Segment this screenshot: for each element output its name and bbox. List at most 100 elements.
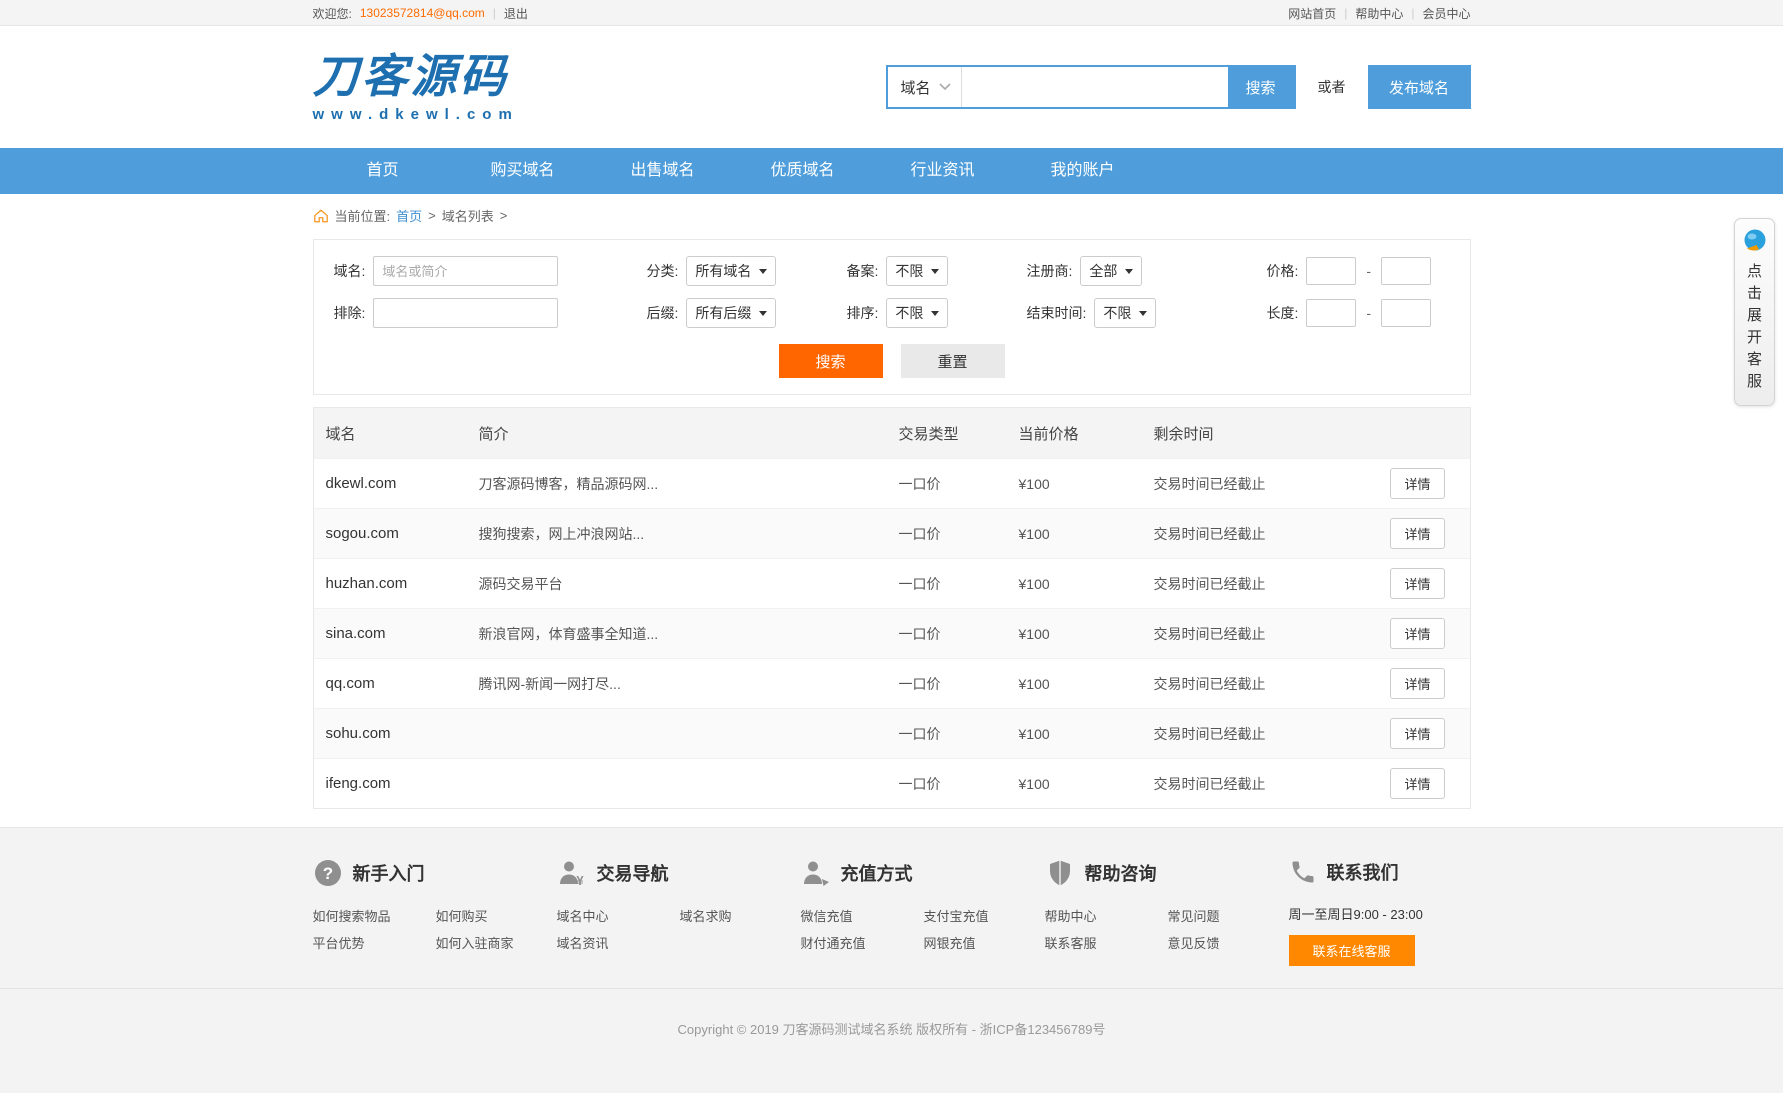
recharge-person-icon	[801, 858, 831, 888]
main-nav: 首页 购买域名 出售域名 优质域名 行业资讯 我的账户	[0, 148, 1783, 194]
category-select-value: 所有域名	[695, 261, 751, 281]
footer-link[interactable]: 如何购买	[436, 906, 557, 925]
footer-link[interactable]: 平台优势	[313, 933, 418, 952]
record-select-value: 不限	[895, 261, 923, 281]
detail-button[interactable]: 详情	[1390, 568, 1444, 599]
footer-link[interactable]: 帮助中心	[1045, 906, 1150, 925]
domain-filter-input[interactable]	[373, 256, 558, 286]
footer-link[interactable]: 财付通充值	[801, 933, 906, 952]
detail-button[interactable]: 详情	[1390, 468, 1444, 499]
search-button[interactable]: 搜索	[1228, 67, 1294, 107]
topbar-link-help[interactable]: 帮助中心	[1355, 5, 1403, 22]
home-icon	[313, 208, 329, 224]
table-row: sina.com 新浪官网，体育盛事全知道... 一口价 ¥100 交易时间已经…	[314, 608, 1470, 658]
trade-person-icon: ¥	[557, 858, 587, 888]
footer-col-title: 联系我们	[1327, 859, 1399, 885]
footer-link[interactable]: 域名中心	[557, 906, 662, 925]
detail-button[interactable]: 详情	[1390, 718, 1444, 749]
topbar-link-member[interactable]: 会员中心	[1422, 5, 1470, 22]
breadcrumb-current: 域名列表	[442, 206, 494, 225]
record-select[interactable]: 不限	[886, 256, 948, 286]
nav-item-home[interactable]: 首页	[313, 148, 453, 194]
nav-item-sell-domain[interactable]: 出售域名	[593, 148, 733, 194]
caret-down-icon	[759, 269, 767, 278]
logout-link[interactable]: 退出	[504, 5, 528, 22]
registrar-select[interactable]: 全部	[1080, 256, 1142, 286]
cell-domain: ifeng.com	[314, 775, 479, 792]
caret-down-icon	[1125, 269, 1133, 278]
cell-domain: sogou.com	[314, 525, 479, 542]
cell-price: ¥100	[1019, 476, 1154, 492]
service-hours: 周一至周日9:00 - 23:00	[1289, 904, 1471, 923]
separator: |	[1344, 6, 1347, 20]
sort-filter-label: 排序:	[847, 303, 879, 323]
detail-button[interactable]: 详情	[1390, 668, 1444, 699]
phone-icon	[1289, 858, 1317, 886]
range-separator: -	[1366, 263, 1371, 279]
footer-link[interactable]: 网银充值	[924, 933, 1045, 952]
nav-item-my-account[interactable]: 我的账户	[1013, 148, 1153, 194]
publish-domain-button[interactable]: 发布域名	[1368, 65, 1471, 109]
price-filter-label: 价格:	[1267, 261, 1299, 281]
cell-type: 一口价	[899, 574, 1019, 594]
suffix-filter-label: 后缀:	[647, 303, 679, 323]
cell-desc: 腾讯网-新闻一网打尽...	[479, 674, 899, 694]
nav-item-buy-domain[interactable]: 购买域名	[453, 148, 593, 194]
footer-link[interactable]: 如何入驻商家	[436, 933, 557, 952]
or-text: 或者	[1318, 77, 1346, 97]
length-max-input[interactable]	[1381, 299, 1431, 327]
footer-link[interactable]: 域名求购	[680, 906, 801, 925]
search-input[interactable]	[962, 67, 1228, 107]
welcome-label: 欢迎您:	[313, 5, 352, 22]
cell-desc: 源码交易平台	[479, 574, 899, 594]
svg-text:¥: ¥	[576, 873, 584, 888]
category-select[interactable]: 所有域名	[686, 256, 776, 286]
caret-down-icon	[931, 311, 939, 320]
endtime-select[interactable]: 不限	[1094, 298, 1156, 328]
footer-link[interactable]: 微信充值	[801, 906, 906, 925]
cell-domain: qq.com	[314, 675, 479, 692]
caret-down-icon	[1139, 311, 1147, 320]
filter-reset-button[interactable]: 重置	[901, 344, 1005, 378]
cell-remaining: 交易时间已经截止	[1154, 574, 1389, 594]
cell-remaining: 交易时间已经截止	[1154, 524, 1389, 544]
contact-online-service-button[interactable]: 联系在线客服	[1289, 935, 1415, 966]
price-min-input[interactable]	[1306, 257, 1356, 285]
detail-button[interactable]: 详情	[1390, 618, 1444, 649]
length-min-input[interactable]	[1306, 299, 1356, 327]
footer-link[interactable]: 意见反馈	[1168, 933, 1289, 952]
user-email-link[interactable]: 13023572814@qq.com	[360, 6, 485, 20]
footer-col-trade: ¥ 交易导航 域名中心 域名求购 域名资讯	[557, 858, 801, 966]
exclude-filter-label: 排除:	[334, 303, 366, 323]
suffix-select[interactable]: 所有后缀	[686, 298, 776, 328]
cell-type: 一口价	[899, 774, 1019, 794]
detail-button[interactable]: 详情	[1390, 768, 1444, 799]
footer-link[interactable]: 域名资讯	[557, 933, 662, 952]
table-row: dkewl.com 刀客源码博客，精品源码网... 一口价 ¥100 交易时间已…	[314, 458, 1470, 508]
footer-col-title: 充值方式	[841, 860, 913, 886]
footer-link[interactable]: 常见问题	[1168, 906, 1289, 925]
caret-down-icon	[759, 311, 767, 320]
col-header-desc: 简介	[479, 423, 899, 444]
registrar-filter-label: 注册商:	[1027, 261, 1073, 281]
breadcrumb: 当前位置: 首页 > 域名列表 >	[313, 194, 1471, 233]
site-logo[interactable]: 刀客源码 www.dkewl.com	[313, 53, 519, 122]
col-header-type: 交易类型	[899, 423, 1019, 444]
detail-button[interactable]: 详情	[1390, 518, 1444, 549]
sort-select[interactable]: 不限	[886, 298, 948, 328]
footer-link[interactable]: 如何搜索物品	[313, 906, 418, 925]
exclude-filter-input[interactable]	[373, 298, 558, 328]
breadcrumb-home-link[interactable]: 首页	[396, 206, 422, 225]
endtime-filter-label: 结束时间:	[1027, 303, 1087, 323]
table-row: sogou.com 搜狗搜索，网上冲浪网站... 一口价 ¥100 交易时间已经…	[314, 508, 1470, 558]
price-max-input[interactable]	[1381, 257, 1431, 285]
footer-link[interactable]: 支付宝充值	[924, 906, 1045, 925]
table-row: sohu.com 一口价 ¥100 交易时间已经截止 详情	[314, 708, 1470, 758]
topbar-link-home[interactable]: 网站首页	[1288, 5, 1336, 22]
footer-link[interactable]: 联系客服	[1045, 933, 1150, 952]
nav-item-premium-domain[interactable]: 优质域名	[733, 148, 873, 194]
search-category-select[interactable]: 域名	[888, 67, 961, 107]
customer-service-widget[interactable]: 点击展开客服	[1734, 218, 1775, 406]
nav-item-industry-news[interactable]: 行业资讯	[873, 148, 1013, 194]
filter-search-button[interactable]: 搜索	[779, 344, 883, 378]
